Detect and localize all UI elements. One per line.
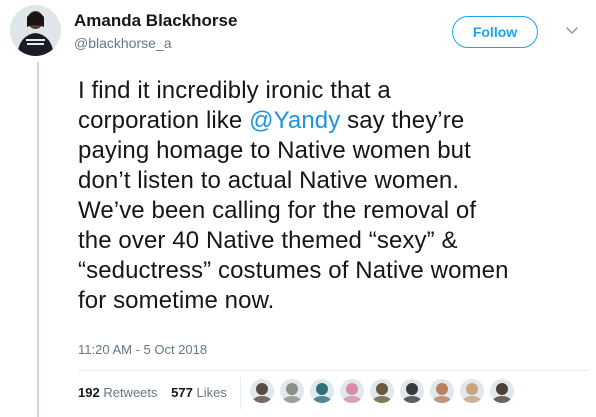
tweet-text-line: corporation like @Yandy say they’re <box>78 107 465 134</box>
liker-avatar[interactable] <box>340 379 364 403</box>
tweet-text-line: the over 40 Native themed “sexy” & <box>78 227 458 254</box>
tweet-card: Amanda Blackhorse @blackhorse_a Follow I… <box>0 0 596 417</box>
username-handle[interactable]: @blackhorse_a <box>74 35 172 51</box>
liker-avatar[interactable] <box>370 379 394 403</box>
display-name[interactable]: Amanda Blackhorse <box>74 11 237 31</box>
liker-avatar[interactable] <box>250 379 274 403</box>
avatar[interactable] <box>10 5 61 56</box>
liker-avatar[interactable] <box>280 379 304 403</box>
tweet-text-line: “seductress” costumes of Native women <box>78 257 509 284</box>
retweets-stat[interactable]: 192 Retweets <box>78 385 158 400</box>
thread-line <box>37 62 39 417</box>
tweet-text-line: for sometime now. <box>78 287 275 314</box>
retweets-label: Retweets <box>103 385 158 400</box>
chevron-down-icon[interactable] <box>562 21 582 41</box>
tweet-text-line: paying homage to Native women but <box>78 137 471 164</box>
likes-count: 577 <box>171 385 193 400</box>
timestamp[interactable]: 11:20 AM - 5 Oct 2018 <box>78 342 207 357</box>
tweet-text: I find it incredibly ironic that a corpo… <box>78 76 583 316</box>
divider <box>78 370 588 371</box>
retweets-count: 192 <box>78 385 100 400</box>
liker-avatar[interactable] <box>400 379 424 403</box>
liker-avatar[interactable] <box>430 379 454 403</box>
liker-avatar[interactable] <box>490 379 514 403</box>
liker-avatar[interactable] <box>460 379 484 403</box>
liker-avatar[interactable] <box>310 379 334 403</box>
liker-avatars <box>250 379 516 403</box>
likes-label: Likes <box>196 385 227 400</box>
likes-stat[interactable]: 577 Likes <box>171 385 227 400</box>
tweet-text-line: We’ve been calling for the removal of <box>78 197 477 224</box>
tweet-text-line: I find it incredibly ironic that a <box>78 77 391 104</box>
tweet-text-line: don’t listen to actual Native women. <box>78 167 460 194</box>
mention-link[interactable]: @Yandy <box>249 107 340 134</box>
stats-divider <box>240 377 241 409</box>
tweet-stats: 192 Retweets 577 Likes <box>78 385 237 400</box>
follow-button[interactable]: Follow <box>452 16 538 48</box>
